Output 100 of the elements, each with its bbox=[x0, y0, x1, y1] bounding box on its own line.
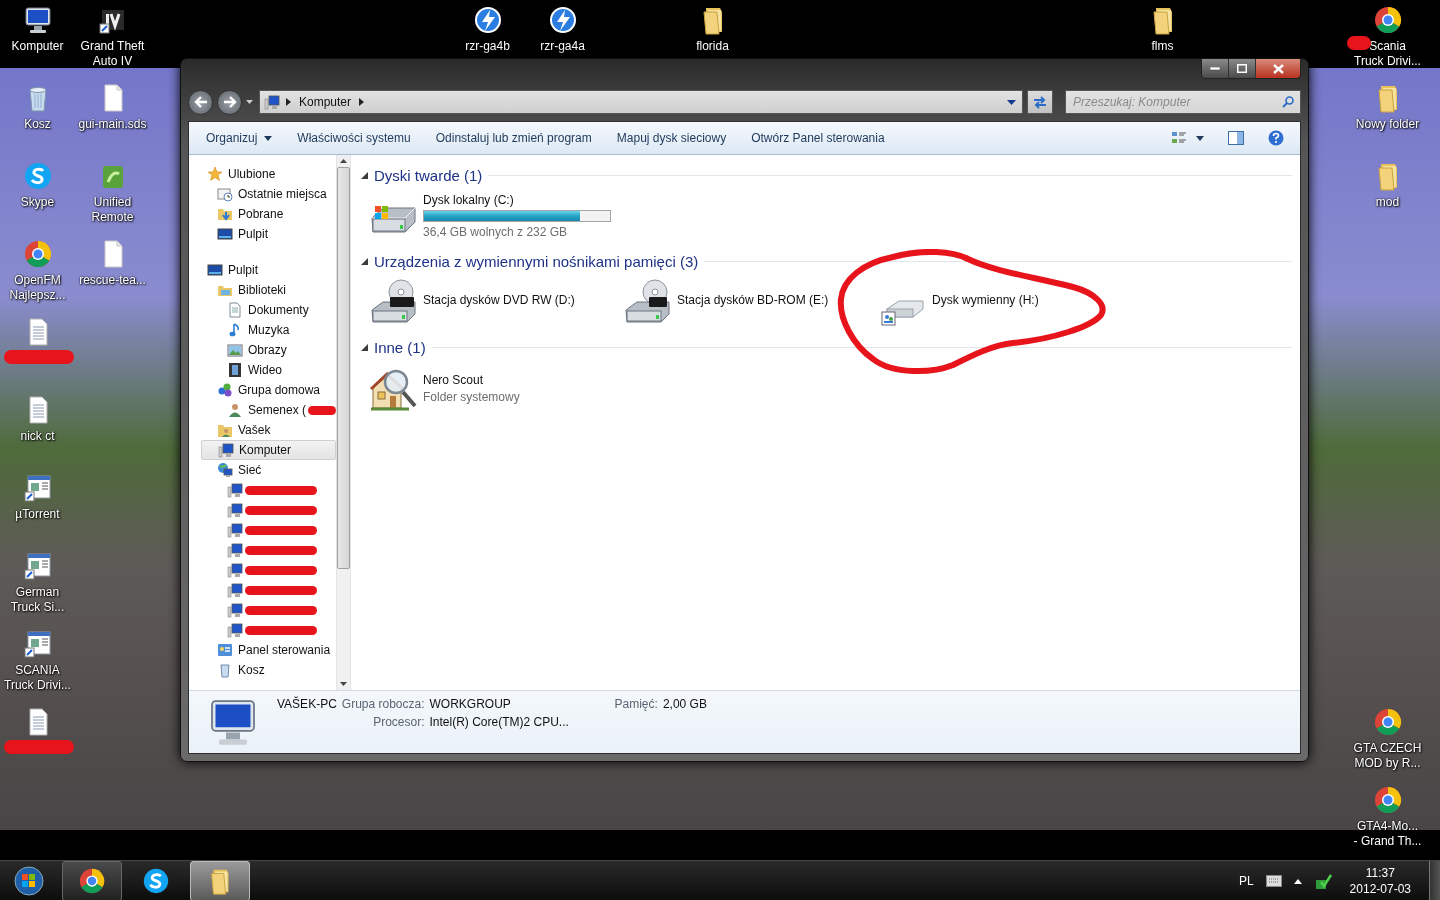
group-heading[interactable]: Dyski twarde (1) bbox=[374, 166, 483, 184]
toolbar-button[interactable]: Mapuj dysk sieciowy bbox=[607, 127, 736, 149]
view-list-icon bbox=[1172, 131, 1186, 145]
collapse-icon[interactable] bbox=[361, 343, 368, 351]
detail-label: Grupa robocza: bbox=[341, 697, 425, 713]
drive-name[interactable]: Stacja dysków DVD RW (D:) bbox=[423, 293, 575, 307]
caret-icon bbox=[264, 135, 273, 141]
address-bar[interactable]: Komputer bbox=[259, 90, 1023, 114]
disc-drive-icon bbox=[623, 278, 673, 326]
close-icon bbox=[1272, 63, 1284, 74]
forward-button[interactable] bbox=[217, 89, 242, 115]
detail-label: Pamięć: bbox=[614, 697, 658, 713]
app-window-icon bbox=[21, 472, 54, 504]
picture-icon bbox=[227, 342, 243, 358]
computer-icon bbox=[218, 442, 234, 458]
toolbar-button[interactable]: Odinstaluj lub zmień program bbox=[426, 127, 601, 149]
scroll-down-icon bbox=[340, 682, 347, 686]
minimize-button[interactable] bbox=[1202, 59, 1229, 78]
nav-item[interactable]: Vašek bbox=[217, 420, 275, 440]
chat-app-icon bbox=[141, 866, 171, 896]
taskbar-button[interactable] bbox=[62, 861, 122, 900]
collapse-icon[interactable] bbox=[361, 171, 368, 179]
browser-icon bbox=[77, 866, 107, 896]
drive-name[interactable]: Stacja dysków BD-ROM (E:) bbox=[677, 293, 829, 307]
detail-value: WORKGROUP bbox=[429, 697, 512, 713]
nav-item[interactable]: Biblioteki bbox=[217, 280, 291, 300]
drive-info: 36,4 GB wolnych z 232 GB bbox=[423, 225, 569, 239]
nav-item[interactable]: Muzyka bbox=[227, 320, 294, 340]
refresh-button[interactable] bbox=[1027, 90, 1053, 114]
computer-icon bbox=[227, 522, 243, 538]
app-window-icon bbox=[21, 628, 54, 660]
user-icon bbox=[227, 402, 243, 418]
drive-name[interactable]: Nero Scout bbox=[423, 372, 520, 387]
computer-icon bbox=[227, 602, 243, 618]
forward-arrow-icon bbox=[222, 96, 237, 108]
nav-item[interactable]: Panel sterowania bbox=[217, 640, 335, 660]
pane-layout-icon bbox=[1228, 131, 1244, 145]
close-button[interactable] bbox=[1256, 59, 1300, 78]
nav-item[interactable]: Sieć bbox=[217, 460, 266, 480]
document-icon bbox=[227, 302, 243, 318]
toolbar-button[interactable]: Organizuj bbox=[197, 127, 282, 149]
chevron-icon bbox=[359, 98, 365, 106]
refresh-icon bbox=[1032, 95, 1048, 109]
nav-item[interactable]: Grupa domowa bbox=[217, 380, 325, 400]
search-field[interactable]: Przeszukaj: Komputer bbox=[1065, 90, 1301, 114]
nav-item[interactable]: Dokumenty bbox=[227, 300, 313, 320]
back-arrow-icon bbox=[193, 96, 208, 108]
group-heading[interactable]: Inne (1) bbox=[374, 338, 426, 356]
group-heading[interactable]: Urządzenia z wymiennymi nośnikami pamięci (3) bbox=[374, 252, 699, 270]
computer-icon bbox=[264, 94, 280, 110]
keyboard-icon[interactable] bbox=[1265, 875, 1282, 887]
recycle-bin-icon bbox=[217, 662, 233, 678]
computer-icon bbox=[227, 622, 243, 638]
computer-name: VAŠEK-PC bbox=[277, 697, 337, 713]
show-hidden-icons-icon[interactable] bbox=[1293, 878, 1302, 884]
nav-item[interactable]: Pulpit bbox=[207, 260, 263, 280]
dropdown-caret-icon bbox=[1007, 99, 1016, 105]
toolbar-button[interactable]: Właściwości systemu bbox=[288, 127, 420, 149]
nav-item[interactable]: Obrazy bbox=[227, 340, 291, 360]
computer-icon bbox=[227, 502, 243, 518]
scrollbar-thumb[interactable] bbox=[337, 167, 350, 569]
scrollbar[interactable] bbox=[336, 155, 350, 690]
detail-value: Intel(R) Core(TM)2 CPU... bbox=[429, 715, 570, 731]
back-button[interactable] bbox=[188, 89, 213, 115]
language-indicator[interactable]: PL bbox=[1238, 874, 1254, 888]
drive-name[interactable]: Dysk wymienny (H:) bbox=[932, 293, 1039, 307]
computer-icon bbox=[227, 482, 243, 498]
maximize-icon bbox=[1237, 64, 1247, 73]
control-panel-icon bbox=[217, 642, 233, 658]
film-icon bbox=[227, 362, 243, 378]
dvd-drive-icon bbox=[369, 278, 419, 326]
usb-drive-icon bbox=[881, 300, 924, 326]
computer-icon bbox=[227, 562, 243, 578]
nav-item[interactable]: Komputer bbox=[201, 440, 336, 460]
maximize-button[interactable] bbox=[1229, 59, 1256, 78]
download-folder-icon bbox=[217, 206, 233, 222]
nav-item[interactable]: Kosz bbox=[217, 660, 269, 680]
network-status-icon[interactable] bbox=[1313, 872, 1332, 890]
start-orb-icon bbox=[14, 866, 44, 896]
nav-item[interactable]: Semenex ( bbox=[227, 400, 311, 420]
user-folder-icon bbox=[217, 422, 233, 438]
breadcrumb-item[interactable]: Komputer bbox=[297, 95, 354, 109]
nav-item[interactable]: Pobrane bbox=[217, 204, 288, 224]
scroll-up-icon bbox=[340, 159, 347, 163]
help-icon bbox=[1268, 130, 1284, 146]
toolbar-button[interactable]: Otwórz Panel sterowania bbox=[742, 127, 894, 149]
nav-item[interactable]: Wideo bbox=[227, 360, 286, 380]
minimize-icon bbox=[1210, 66, 1220, 71]
clock[interactable]: 11:37 2012-07-03 bbox=[1349, 865, 1411, 897]
nav-item[interactable]: Ostatnie miejsca bbox=[217, 184, 331, 204]
drive-name[interactable]: Dysk lokalny (C:) bbox=[423, 193, 611, 207]
show-desktop-button[interactable] bbox=[1429, 861, 1440, 900]
star-icon bbox=[207, 166, 223, 182]
nav-item[interactable]: Pulpit bbox=[217, 224, 273, 244]
app-window-icon bbox=[21, 550, 54, 582]
nav-item[interactable]: Ulubione bbox=[207, 164, 280, 184]
collapse-icon[interactable] bbox=[361, 257, 368, 265]
computer-icon bbox=[227, 582, 243, 598]
recent-places-icon bbox=[217, 186, 233, 202]
homegroup-icon bbox=[217, 382, 233, 398]
